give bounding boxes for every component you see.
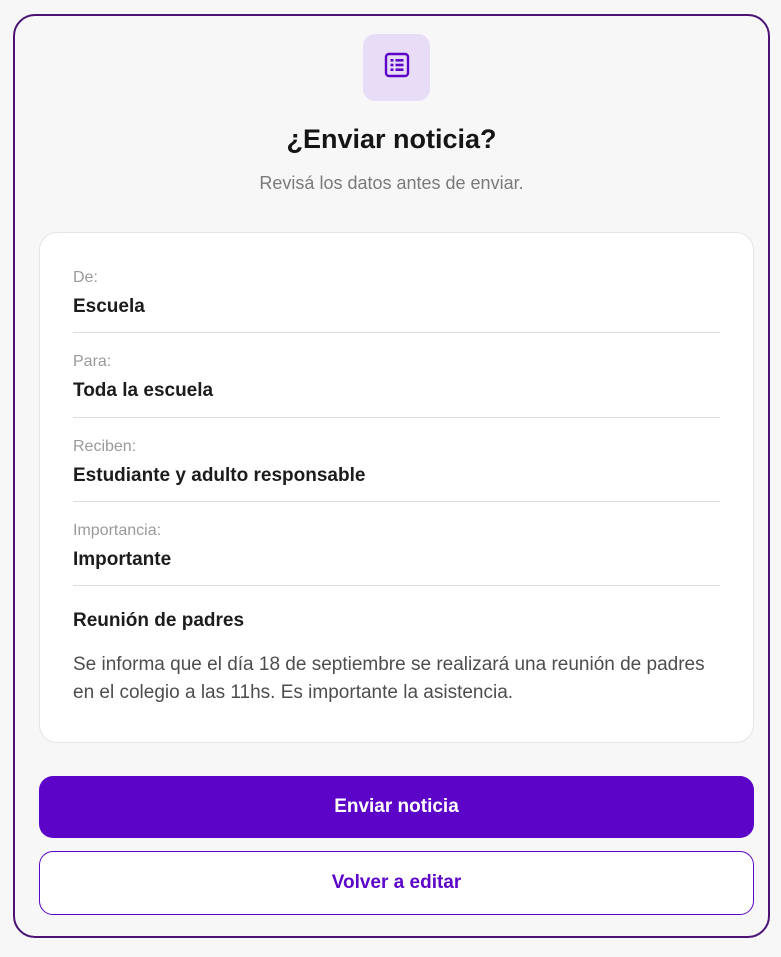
- field-recipients-value: Estudiante y adulto responsable: [73, 465, 366, 486]
- field-to-value: Toda la escuela: [73, 380, 214, 401]
- field-to-label: Para:: [73, 353, 112, 370]
- field-importance-label: Importancia:: [73, 522, 162, 539]
- dialog-title: ¿Enviar noticia?: [286, 124, 497, 154]
- field-recipients-label: Reciben:: [73, 438, 137, 455]
- dialog-subtitle: Revisá los datos antes de enviar.: [259, 173, 524, 193]
- divider: [73, 501, 720, 502]
- notice-title: Reunión de padres: [73, 610, 245, 631]
- field-from: De: Escuela: [73, 267, 720, 321]
- notice-body: Se informa que el día 18 de septiembre s…: [73, 654, 705, 703]
- field-from-value: Escuela: [73, 296, 145, 317]
- divider: [73, 585, 720, 586]
- back-to-edit-button[interactable]: Volver a editar: [39, 851, 754, 915]
- field-importance: Importancia: Importante: [73, 520, 720, 574]
- field-recipients: Reciben: Estudiante y adulto responsable: [73, 436, 720, 490]
- field-importance-value: Importante: [73, 549, 172, 570]
- notice-summary-card: De: Escuela Para: Toda la escuela Recibe…: [39, 232, 754, 743]
- divider: [73, 417, 720, 418]
- field-from-label: De:: [73, 269, 98, 286]
- document-list-icon: [384, 52, 410, 83]
- confirm-send-dialog: ¿Enviar noticia? Revisá los datos antes …: [13, 14, 770, 938]
- icon-badge: [363, 34, 430, 101]
- divider: [73, 332, 720, 333]
- send-notice-button[interactable]: Enviar noticia: [39, 776, 754, 838]
- field-to: Para: Toda la escuela: [73, 351, 720, 405]
